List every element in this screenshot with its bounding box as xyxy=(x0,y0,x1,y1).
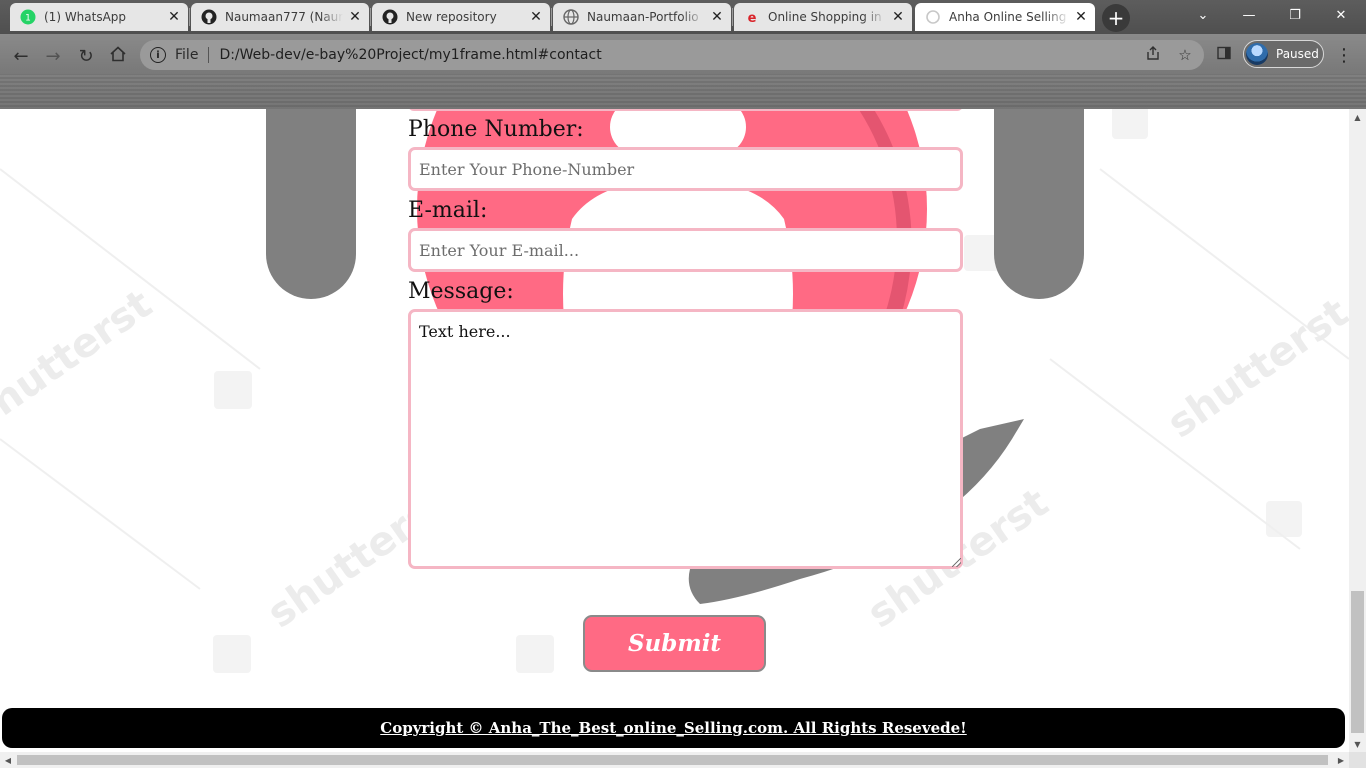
star-icon: ☆ xyxy=(1178,46,1192,64)
copyright-link[interactable]: Copyright © Anha_The_Best_online_Selling… xyxy=(380,719,966,737)
name-input-bottom-edge xyxy=(408,109,963,111)
github-icon xyxy=(382,9,398,25)
info-icon[interactable]: i xyxy=(150,47,166,63)
close-icon[interactable]: ✕ xyxy=(1073,9,1089,25)
github-icon xyxy=(201,9,217,25)
back-button[interactable]: ← xyxy=(8,43,34,69)
scroll-left-arrow-icon[interactable]: ◀ xyxy=(0,752,16,768)
close-icon[interactable]: ✕ xyxy=(709,9,725,25)
chevron-down-icon: ⌄ xyxy=(1197,7,1209,23)
message-label: Message: xyxy=(408,279,514,304)
arrow-left-icon: ← xyxy=(13,45,29,67)
minimize-icon: — xyxy=(1242,7,1256,23)
home-icon xyxy=(109,45,127,68)
phone-input[interactable] xyxy=(408,147,963,191)
submit-button[interactable]: Submit xyxy=(583,615,766,672)
horizontal-scroll-thumb[interactable] xyxy=(17,755,1328,765)
tab-title: Anha Online Selling A xyxy=(949,10,1069,24)
vertical-scrollbar[interactable]: ▲ ▼ xyxy=(1349,109,1366,752)
bookmark-button[interactable]: ☆ xyxy=(1173,43,1197,67)
scrollbar-corner xyxy=(1349,752,1366,768)
whatsapp-icon: 1 xyxy=(20,9,36,25)
tab-portfolio[interactable]: Naumaan-Portfolio ✕ xyxy=(553,3,731,31)
page-viewport: shutterst shutterst shutterst shutterst … xyxy=(0,109,1349,752)
loading-icon xyxy=(925,9,941,25)
browser-toolbar: ← → ↻ i File D:/Web-dev/e-bay%20Project/… xyxy=(0,34,1366,109)
svg-text:shutterst: shutterst xyxy=(0,281,160,438)
plus-icon: + xyxy=(1107,6,1125,30)
resize-handle[interactable] xyxy=(952,558,961,567)
forward-button[interactable]: → xyxy=(40,43,66,69)
minimize-button[interactable]: — xyxy=(1226,0,1272,30)
email-input[interactable] xyxy=(408,228,963,272)
browser-tab-strip: 1 (1) WhatsApp ✕ Naumaan777 (Naum ✕ New … xyxy=(0,0,1366,34)
profile-button[interactable]: Paused xyxy=(1243,40,1324,68)
scroll-down-arrow-icon[interactable]: ▼ xyxy=(1349,736,1366,752)
close-window-button[interactable]: ✕ xyxy=(1318,0,1364,30)
close-icon[interactable]: ✕ xyxy=(347,9,363,25)
scroll-right-arrow-icon[interactable]: ▶ xyxy=(1333,752,1349,768)
address-bar[interactable]: i File D:/Web-dev/e-bay%20Project/my1fra… xyxy=(140,40,1204,70)
reload-button[interactable]: ↻ xyxy=(73,43,99,69)
new-tab-button[interactable]: + xyxy=(1102,4,1130,32)
horizontal-scrollbar[interactable]: ◀ ▶ xyxy=(0,752,1349,768)
svg-text:1: 1 xyxy=(25,14,31,24)
divider xyxy=(208,47,210,63)
svg-text:shutterst: shutterst xyxy=(1159,290,1349,447)
side-panel-button[interactable] xyxy=(1212,43,1236,67)
tab-title: New repository xyxy=(406,10,497,24)
tab-whatsapp[interactable]: 1 (1) WhatsApp ✕ xyxy=(10,3,188,31)
share-icon xyxy=(1145,45,1161,65)
side-panel-icon xyxy=(1216,45,1232,65)
close-icon[interactable]: ✕ xyxy=(890,9,906,25)
close-icon: ✕ xyxy=(1335,7,1347,23)
email-label: E-mail: xyxy=(408,198,488,223)
ebay-icon: e xyxy=(744,9,760,25)
profile-status: Paused xyxy=(1276,47,1319,61)
url-text[interactable]: D:/Web-dev/e-bay%20Project/my1frame.html… xyxy=(219,47,601,63)
message-textarea[interactable]: Text here... xyxy=(408,309,963,569)
arrow-right-icon: → xyxy=(45,45,61,67)
tab-anha-online-selling[interactable]: Anha Online Selling A ✕ xyxy=(915,3,1095,31)
vertical-scroll-thumb[interactable] xyxy=(1351,591,1364,733)
tab-separator xyxy=(189,8,190,26)
tab-github-profile[interactable]: Naumaan777 (Naum ✕ xyxy=(191,3,369,31)
browser-menu-button[interactable]: ⋮ xyxy=(1334,42,1354,68)
tab-online-shopping[interactable]: e Online Shopping in P ✕ xyxy=(734,3,912,31)
tab-search-button[interactable]: ⌄ xyxy=(1180,0,1226,30)
tab-new-repository[interactable]: New repository ✕ xyxy=(372,3,550,31)
tab-separator xyxy=(551,8,552,26)
more-vertical-icon: ⋮ xyxy=(1335,44,1353,66)
tab-title: Naumaan-Portfolio xyxy=(587,10,699,24)
share-button[interactable] xyxy=(1141,43,1165,67)
tab-separator xyxy=(732,8,733,26)
close-icon[interactable]: ✕ xyxy=(166,9,182,25)
phone-label: Phone Number: xyxy=(408,117,584,142)
close-icon[interactable]: ✕ xyxy=(528,9,544,25)
tab-title: (1) WhatsApp xyxy=(44,10,127,24)
globe-icon xyxy=(563,9,579,25)
reload-icon: ↻ xyxy=(78,45,94,67)
svg-text:e: e xyxy=(748,11,757,25)
restore-icon: ❐ xyxy=(1289,7,1301,23)
tab-title: Naumaan777 (Naum xyxy=(225,10,343,24)
tab-title: Online Shopping in P xyxy=(768,10,886,24)
scheme-label: File xyxy=(175,47,199,63)
tab-separator xyxy=(370,8,371,26)
restore-button[interactable]: ❐ xyxy=(1272,0,1318,30)
avatar xyxy=(1246,43,1268,65)
scroll-up-arrow-icon[interactable]: ▲ xyxy=(1349,109,1366,125)
page-footer: Copyright © Anha_The_Best_online_Selling… xyxy=(2,708,1345,748)
home-button[interactable] xyxy=(105,43,131,69)
